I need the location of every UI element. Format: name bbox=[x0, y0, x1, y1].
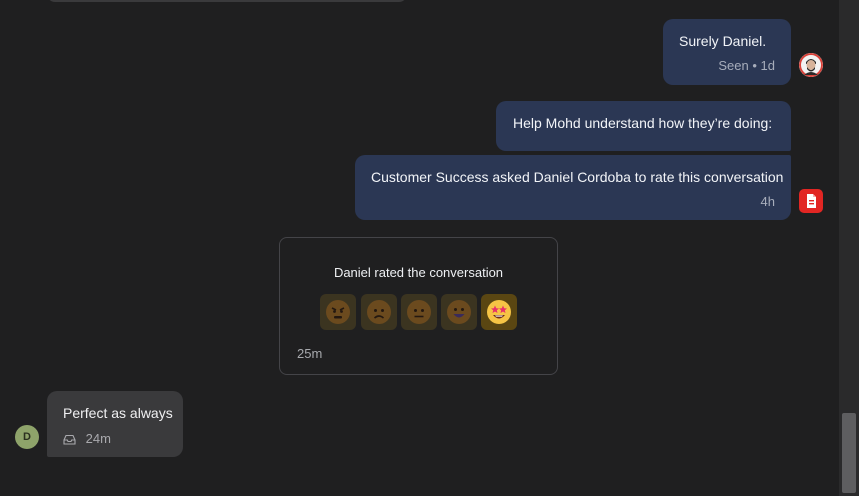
message-time: 4h bbox=[760, 194, 775, 209]
message-meta: 24m bbox=[63, 430, 111, 446]
person-avatar-icon bbox=[799, 53, 823, 77]
rating-time: 25m bbox=[297, 346, 323, 361]
outgoing-message[interactable]: Customer Success asked Daniel Cordoba to… bbox=[355, 155, 791, 220]
message-text: Help Mohd understand how they’re doing: bbox=[513, 115, 773, 131]
sad-face-icon bbox=[361, 294, 397, 330]
outgoing-message[interactable]: Surely Daniel. Seen • 1d bbox=[663, 19, 791, 85]
message-text: Surely Daniel. bbox=[679, 33, 767, 49]
star-struck-face-icon bbox=[481, 294, 517, 330]
message-text: Customer Success asked Daniel Cordoba to… bbox=[371, 169, 784, 185]
contact-avatar[interactable]: D bbox=[15, 425, 39, 449]
previous-message-bubble bbox=[47, 0, 407, 2]
outgoing-message[interactable]: Help Mohd understand how they’re doing: bbox=[496, 101, 791, 151]
rating-options bbox=[320, 294, 520, 332]
agent-avatar[interactable] bbox=[799, 53, 823, 77]
rating-title: Daniel rated the conversation bbox=[333, 265, 504, 280]
inbox-icon bbox=[63, 431, 80, 446]
scrollbar-thumb[interactable] bbox=[842, 413, 856, 493]
happy-face-icon bbox=[441, 294, 477, 330]
message-time: 24m bbox=[85, 431, 111, 447]
scrollbar[interactable] bbox=[839, 0, 859, 496]
conversation-view: Surely Daniel. Seen • 1d Help Mohd under… bbox=[0, 0, 839, 496]
document-icon[interactable] bbox=[799, 189, 823, 213]
angry-face-icon bbox=[320, 294, 356, 330]
incoming-message[interactable]: Perfect as always 24m bbox=[47, 391, 183, 457]
neutral-face-icon bbox=[401, 294, 437, 330]
message-text: Perfect as always bbox=[63, 405, 173, 421]
message-status: Seen • 1d bbox=[718, 58, 775, 73]
conversation-rating-card: Daniel rated the conversation 25m bbox=[279, 237, 558, 375]
